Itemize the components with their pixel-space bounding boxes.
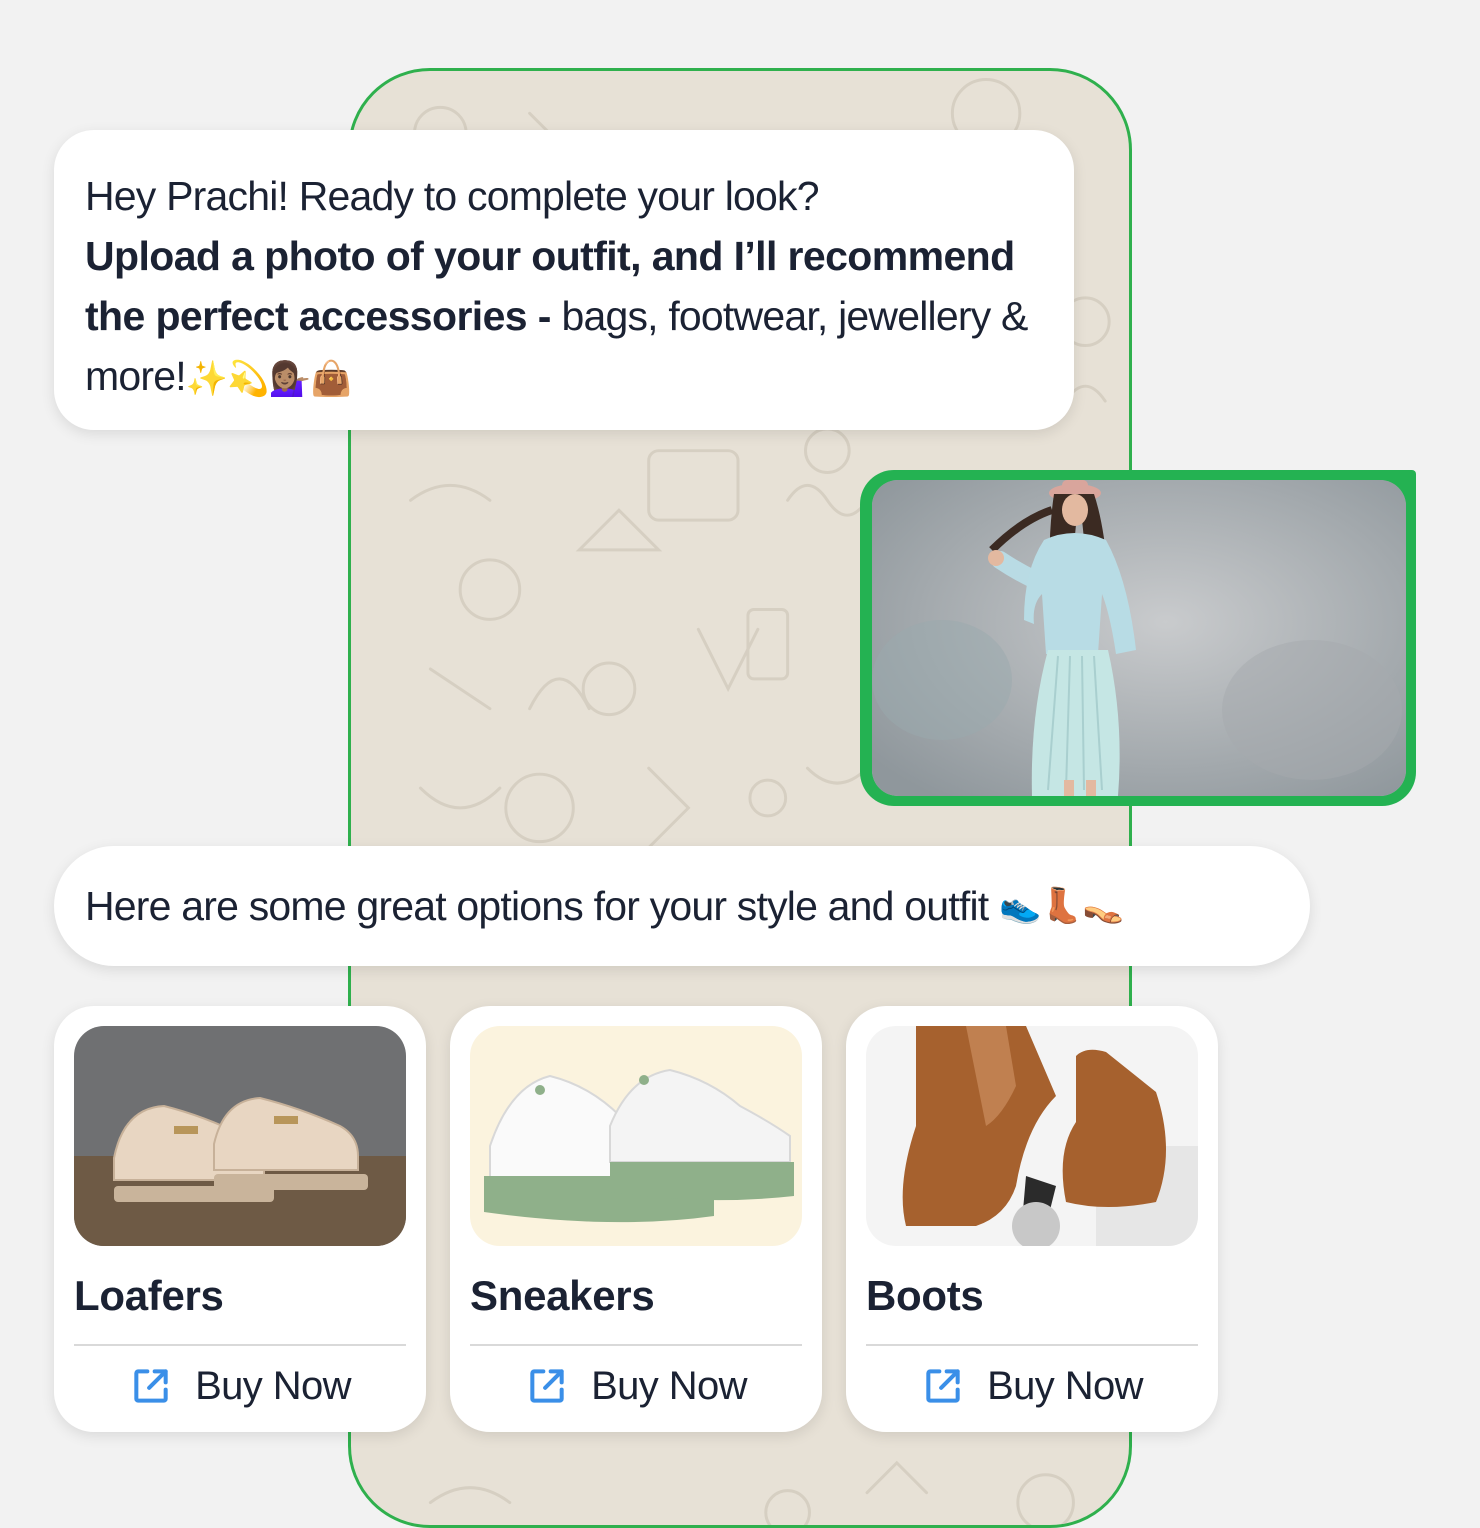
buy-now-button-sneakers[interactable]: Buy Now: [470, 1346, 802, 1426]
boots-image[interactable]: [866, 1026, 1198, 1246]
greeting-body: Upload a photo of your outfit, and I’ll …: [85, 226, 1044, 409]
product-title: Boots: [866, 1272, 984, 1319]
external-link-icon: [134, 1369, 168, 1403]
buy-now-button-loafers[interactable]: Buy Now: [74, 1346, 406, 1426]
greeting-emojis: ✨💫💁🏽‍♀️👜: [185, 359, 353, 399]
boots-photo: [866, 1026, 1198, 1246]
product-card-sneakers: Sneakers Buy Now: [450, 1006, 822, 1432]
greeting-line1: Hey Prachi! Ready to complete your look?: [85, 173, 820, 219]
buy-now-label: Buy Now: [195, 1363, 351, 1408]
sneakers-photo: [470, 1026, 802, 1246]
external-link-icon: [530, 1369, 564, 1403]
recommendation-text: Here are some great options for your sty…: [85, 882, 989, 929]
recommendation-message: Here are some great options for your sty…: [54, 846, 1310, 966]
recommendation-emojis: 👟👢👡: [998, 886, 1124, 926]
product-title: Loafers: [74, 1272, 224, 1319]
product-card-loafers: Loafers Buy Now: [54, 1006, 426, 1432]
product-title: Sneakers: [470, 1272, 655, 1319]
greeting-message: Hey Prachi! Ready to complete your look?…: [54, 130, 1074, 430]
loafers-image[interactable]: [74, 1026, 406, 1246]
external-link-icon: [926, 1369, 960, 1403]
buy-now-button-boots[interactable]: Buy Now: [866, 1346, 1198, 1426]
buy-now-label: Buy Now: [987, 1363, 1143, 1408]
product-card-boots: Boots Buy Now: [846, 1006, 1218, 1432]
loafers-photo: [74, 1026, 406, 1246]
woman-in-outfit-image: [872, 480, 1406, 796]
uploaded-outfit-photo-message[interactable]: [860, 470, 1416, 806]
outfit-photo[interactable]: [872, 480, 1406, 796]
sneakers-image[interactable]: [470, 1026, 802, 1246]
buy-now-label: Buy Now: [591, 1363, 747, 1408]
